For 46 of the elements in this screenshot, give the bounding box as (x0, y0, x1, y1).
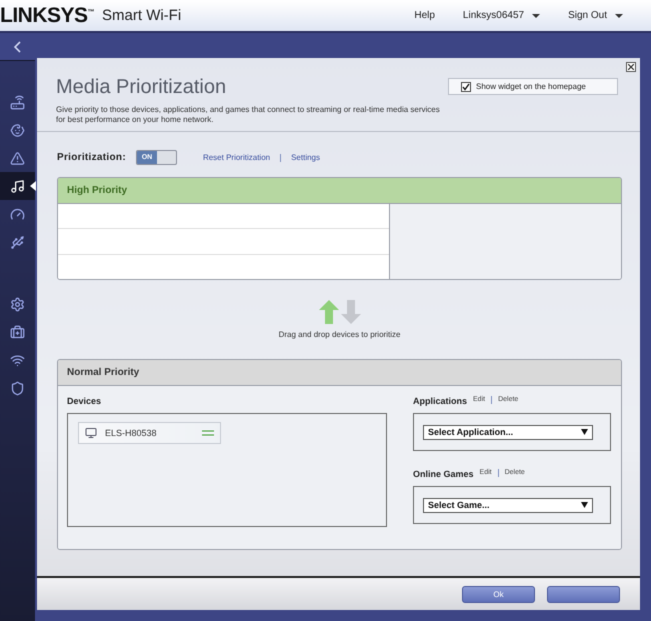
menu-link[interactable]: Sign Out (568, 10, 623, 21)
computer-icon (85, 427, 97, 439)
sidebar-item[interactable] (0, 172, 35, 200)
dialog-description: Give priority to those devices, applications, and games that connect to streaming or real-time media services for best performance on your home network. (56, 105, 441, 125)
back-button[interactable] (0, 33, 35, 61)
caret-icon (532, 14, 540, 18)
up-down-arrows-icon (318, 300, 360, 324)
caret-icon (615, 14, 623, 18)
section-label: Online Games (413, 469, 474, 479)
usb-icon (10, 234, 25, 250)
dialog-title: Media Prioritization (56, 76, 228, 99)
music-icon (10, 178, 25, 194)
reset-link[interactable]: Reset Prioritization (202, 153, 270, 162)
ok-button[interactable]: Ok (462, 586, 535, 602)
settings-icon (10, 296, 25, 312)
section-label: Applications (413, 396, 468, 406)
select-dropdown[interactable]: Select Application... (423, 424, 593, 440)
prioritization-label: Prioritization: (57, 152, 126, 163)
baby-icon (10, 122, 25, 138)
dropdown-caret-icon (581, 502, 588, 508)
checkbox-label: Show widget on the homepage (476, 82, 586, 91)
checkbox[interactable] (461, 82, 471, 92)
device-item[interactable]: ELS-H80538 (78, 422, 221, 444)
close-button[interactable] (626, 62, 636, 72)
help-link[interactable]: Help (414, 10, 435, 21)
gauge-icon (10, 206, 25, 222)
back-icon (14, 40, 21, 52)
medical-kit-icon (10, 324, 25, 340)
drag-handle-icon[interactable] (202, 430, 214, 436)
brand-logo: LINKSYS$^{™}$ (0, 4, 94, 28)
warning-icon (10, 150, 25, 166)
dropdown-caret-icon (581, 429, 588, 435)
card-header: Normal Priority (58, 360, 621, 386)
button[interactable] (547, 586, 620, 602)
section-label: Devices (67, 396, 102, 406)
router-icon (10, 94, 25, 110)
settings-link[interactable]: Settings (291, 153, 320, 162)
shield-icon (10, 380, 25, 396)
drag-hint: Drag and drop devices to prioritize (278, 330, 400, 339)
show-widget-option[interactable]: Show widget on the homepage (448, 78, 618, 95)
product-name: Smart Wi-Fi (102, 7, 182, 24)
device-name: ELS-H80538 (105, 428, 158, 438)
select-dropdown[interactable]: Select Game... (423, 498, 593, 512)
wifi-icon (10, 352, 25, 368)
menu-link[interactable]: Linksys06457 (462, 10, 540, 21)
card-header: High Priority (58, 178, 621, 204)
